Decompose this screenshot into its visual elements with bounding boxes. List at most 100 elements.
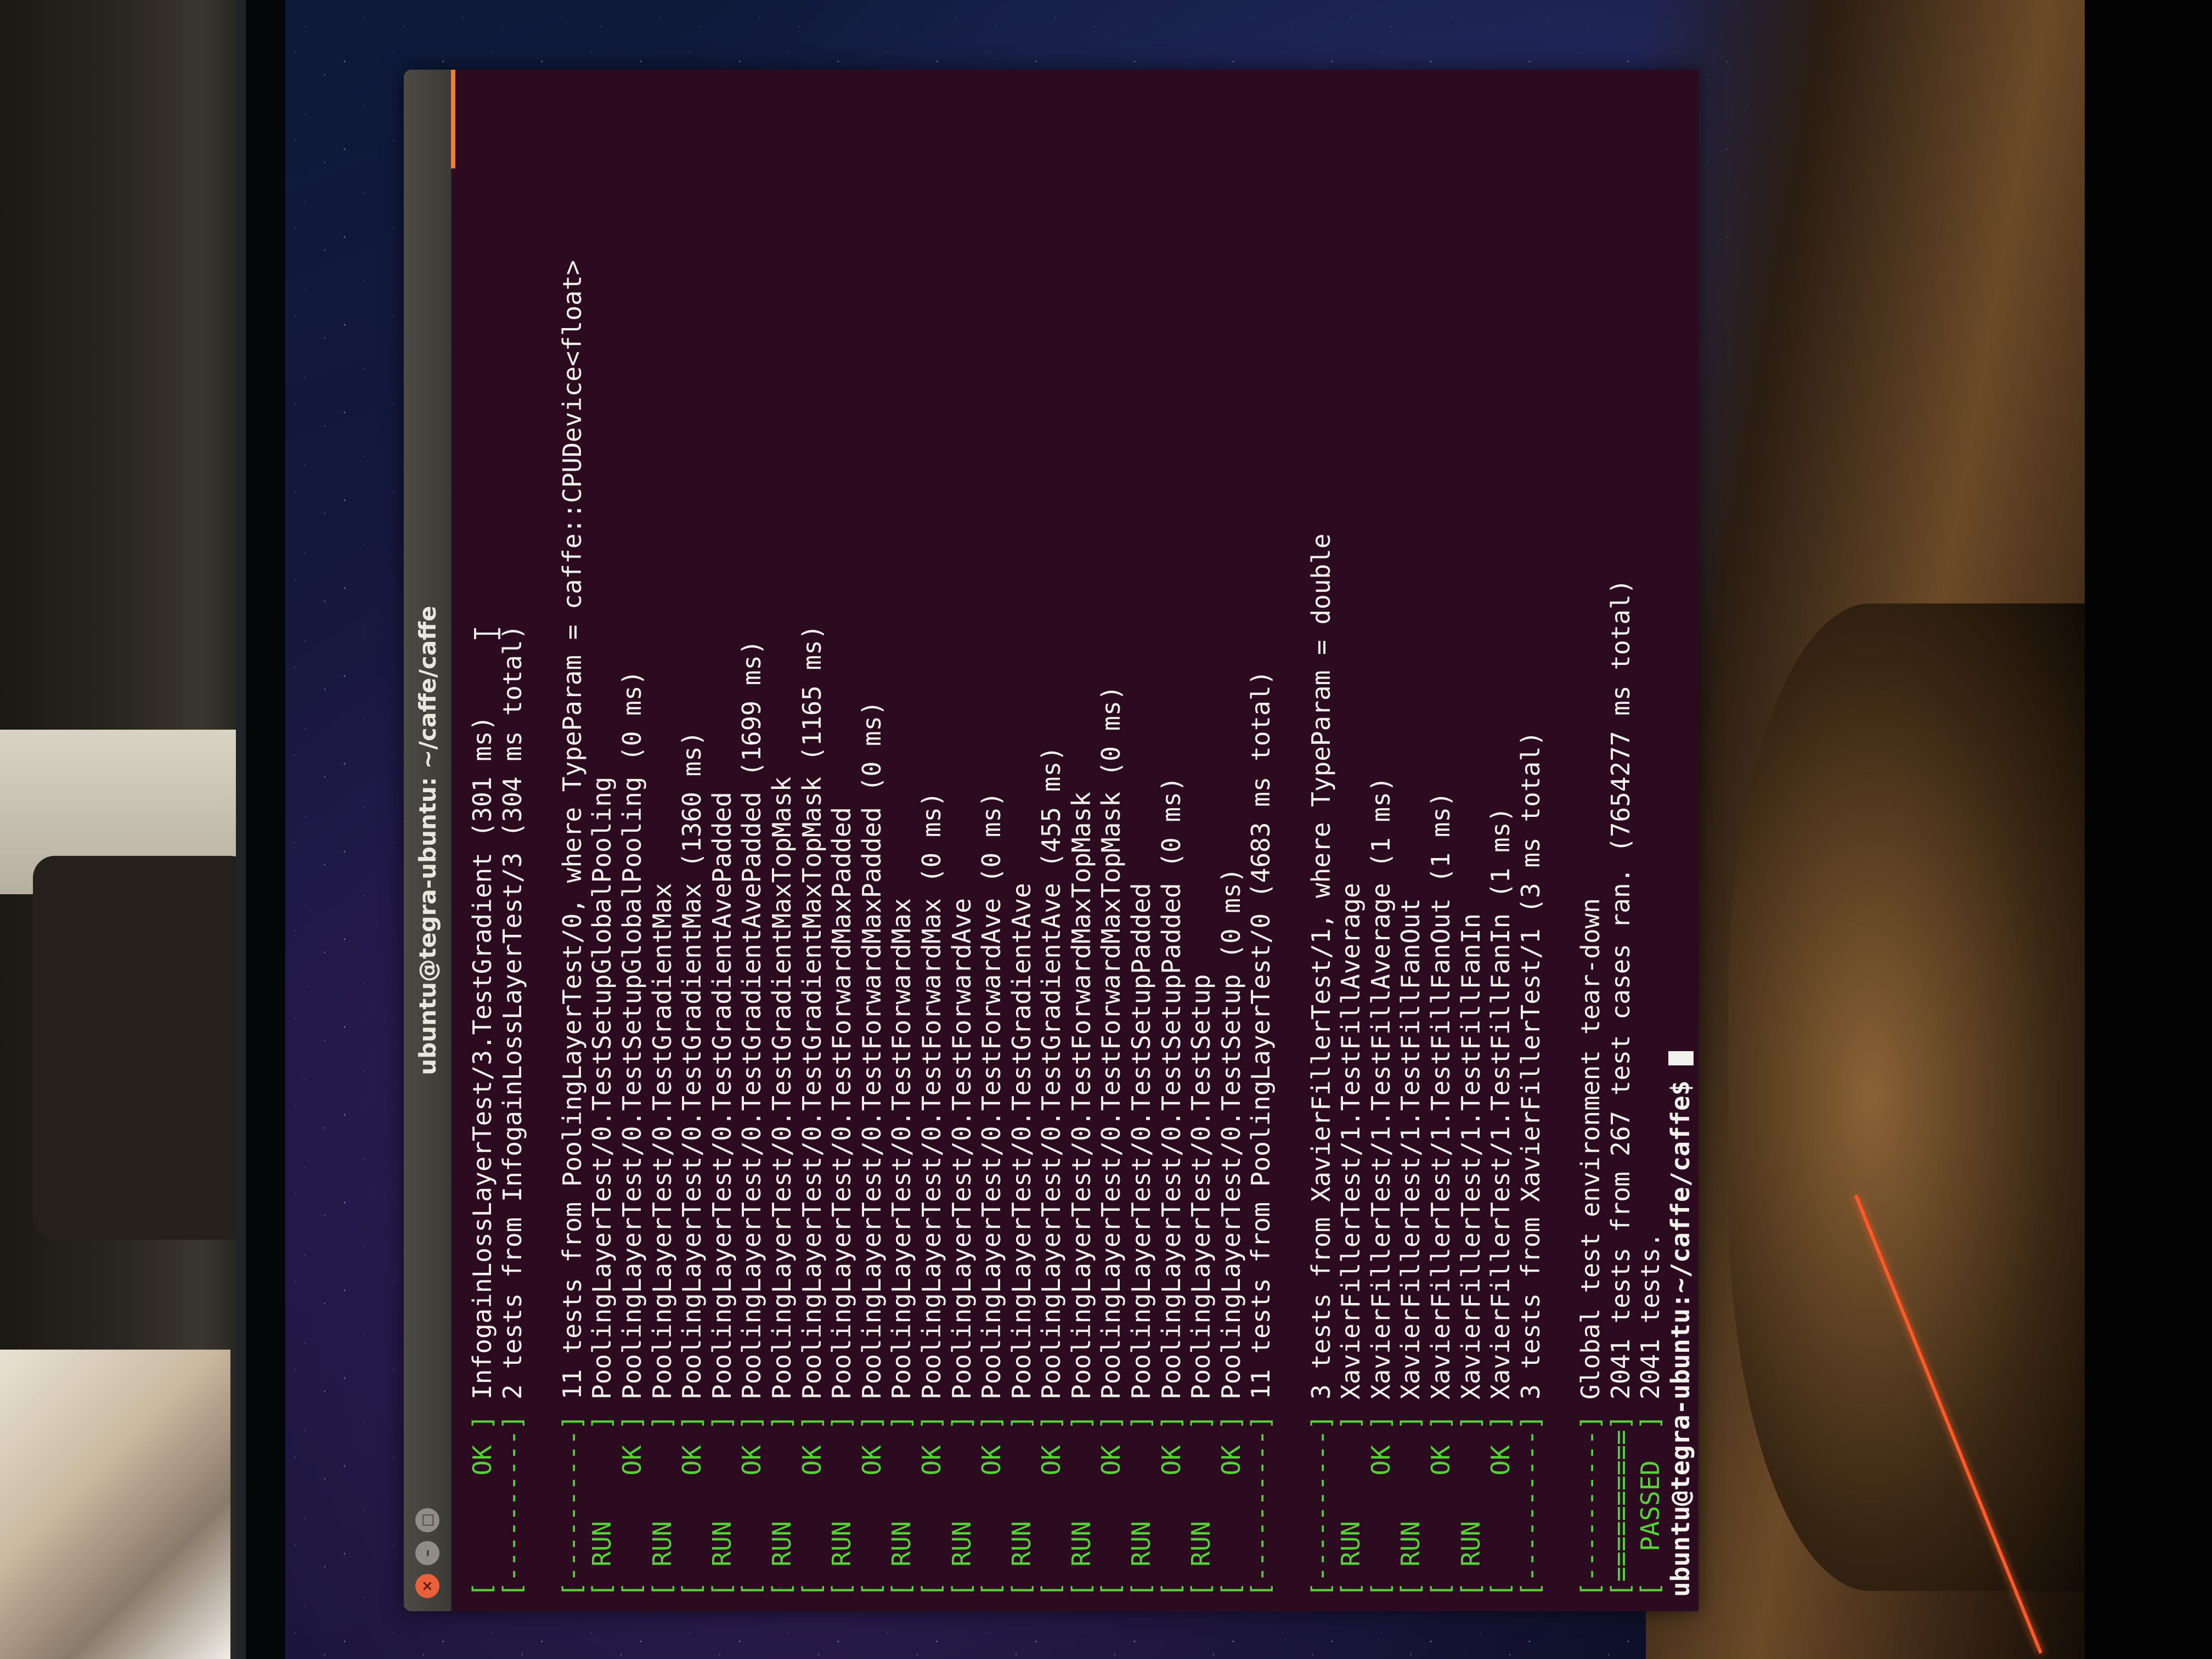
terminal-line: [ OK ] XavierFillerTest/1.TestFillFanOut… <box>1426 84 1456 1597</box>
status-tag: [ RUN ] <box>1066 1414 1096 1597</box>
line-text: PoolingLayerTest/0.TestGradientAve (455 … <box>1036 746 1066 1415</box>
status-tag: [ OK ] <box>677 1414 707 1597</box>
line-text: PoolingLayerTest/0.TestGradientAvePadded <box>707 792 737 1415</box>
terminal-line: [ RUN ] PoolingLayerTest/0.TestSetupGlob… <box>587 84 617 1597</box>
status-tag: [----------] <box>1515 1414 1545 1597</box>
status-tag: [ OK ] <box>1096 1414 1126 1597</box>
status-tag: [ PASSED ] <box>1635 1414 1666 1597</box>
monitor-edge <box>2085 0 2212 1659</box>
status-tag: [ RUN ] <box>1396 1414 1426 1597</box>
status-tag: [ OK ] <box>977 1414 1007 1597</box>
caret-icon <box>1668 1051 1694 1065</box>
status-tag: [----------] <box>1575 1414 1605 1597</box>
status-tag: [ OK ] <box>916 1414 946 1597</box>
status-tag: [ OK ] <box>797 1414 827 1597</box>
terminal-line: [----------] Global test environment tea… <box>1576 84 1606 1597</box>
active-tab-indicator <box>451 70 455 168</box>
terminal-line: [ RUN ] PoolingLayerTest/0.TestGradientA… <box>707 84 737 1597</box>
status-tag: [==========] <box>1605 1414 1635 1597</box>
line-text: XavierFillerTest/1.TestFillFanIn <box>1455 913 1486 1415</box>
status-tag: [----------] <box>1246 1414 1276 1597</box>
speaker <box>33 856 252 1240</box>
status-tag: [----------] <box>497 1414 527 1597</box>
status-tag: [ OK ] <box>467 1414 497 1597</box>
line-text: PoolingLayerTest/0.TestGradientAve <box>1006 883 1036 1415</box>
terminal-line: [ RUN ] XavierFillerTest/1.TestFillFanIn <box>1456 84 1486 1597</box>
terminal-line: [ OK ] InfogainLossLayerTest/3.TestGradi… <box>467 84 498 1597</box>
status-tag: [ RUN ] <box>1336 1414 1366 1597</box>
line-text: PoolingLayerTest/0.TestGradientMax <box>647 883 677 1415</box>
terminal-output[interactable]: [ OK ] InfogainLossLayerTest/3.TestGradi… <box>455 70 1699 1611</box>
terminal-line: [ OK ] PoolingLayerTest/0.TestSetupPadde… <box>1156 84 1187 1597</box>
text-cursor-icon <box>474 633 500 635</box>
terminal-line: [ OK ] PoolingLayerTest/0.TestGradientAv… <box>1036 84 1066 1597</box>
status-tag: [ RUN ] <box>766 1414 797 1597</box>
line-text: Global test environment tear-down <box>1575 898 1605 1415</box>
terminal-line: [ RUN ] PoolingLayerTest/0.TestGradientM… <box>767 84 797 1597</box>
terminal-line: [----------] 11 tests from PoolingLayerT… <box>557 84 588 1597</box>
status-tag: [ RUN ] <box>1126 1414 1156 1597</box>
line-text: PoolingLayerTest/0.TestGradientMaxTopMas… <box>766 776 797 1415</box>
status-tag: [ RUN ] <box>946 1414 977 1597</box>
output-lines: [ OK ] InfogainLossLayerTest/3.TestGradi… <box>467 84 1666 1597</box>
terminal-line: [ OK ] PoolingLayerTest/0.TestSetupGloba… <box>617 84 647 1597</box>
line-text: PoolingLayerTest/0.TestSetup (0 ms) <box>1216 867 1246 1415</box>
line-text: 2041 tests. <box>1635 1232 1666 1415</box>
terminal-line: [ RUN ] PoolingLayerTest/0.TestSetupPadd… <box>1126 84 1156 1597</box>
terminal-line: [ OK ] PoolingLayerTest/0.TestForwardMax… <box>1096 84 1126 1597</box>
line-text: 3 tests from XavierFillerTest/1 (3 ms to… <box>1515 731 1545 1415</box>
terminal-line: [ RUN ] PoolingLayerTest/0.TestGradientM… <box>647 84 678 1597</box>
terminal-line: [----------] 3 tests from XavierFillerTe… <box>1306 84 1336 1597</box>
terminal-line: [ OK ] XavierFillerTest/1.TestFillAverag… <box>1366 84 1396 1597</box>
line-text: PoolingLayerTest/0.TestSetupPadded (0 ms… <box>1156 776 1186 1415</box>
line-text: 2 tests from InfogainLossLayerTest/3 (30… <box>497 624 527 1415</box>
window-titlebar[interactable]: × – □ ubuntu@tegra-ubuntu: ~/caffe/caffe <box>404 70 452 1611</box>
line-text: PoolingLayerTest/0.TestSetupPadded <box>1126 883 1156 1415</box>
line-text: PoolingLayerTest/0.TestForwardAve (0 ms) <box>977 792 1007 1415</box>
terminal-line: [==========] 2041 tests from 267 test ca… <box>1606 84 1636 1597</box>
line-text: PoolingLayerTest/0.TestSetupGlobalPoolin… <box>587 776 617 1415</box>
window-title: ubuntu@tegra-ubuntu: ~/caffe/caffe <box>414 606 441 1075</box>
line-text: XavierFillerTest/1.TestFillFanOut (1 ms) <box>1426 792 1455 1415</box>
shell-prompt[interactable]: ubuntu@tegra-ubuntu:~/caffe/caffe$ <box>1666 84 1696 1597</box>
line-text: InfogainLossLayerTest/3.TestGradient (30… <box>467 715 497 1415</box>
status-tag: [ OK ] <box>1426 1414 1455 1597</box>
line-text: PoolingLayerTest/0.TestGradientAvePadded… <box>737 640 767 1415</box>
line-text: PoolingLayerTest/0.TestSetup <box>1186 974 1216 1415</box>
terminal-line: [----------] 11 tests from PoolingLayerT… <box>1246 84 1276 1597</box>
line-text: PoolingLayerTest/0.TestGradientMaxTopMas… <box>797 624 827 1415</box>
line-text: XavierFillerTest/1.TestFillFanIn (1 ms) <box>1486 806 1516 1415</box>
line-text: 2041 tests from 267 test cases ran. (765… <box>1605 579 1635 1415</box>
terminal-line: [ PASSED ] 2041 tests. <box>1635 84 1666 1597</box>
line-text: PoolingLayerTest/0.TestSetupGlobalPoolin… <box>617 670 647 1415</box>
terminal-line: [ OK ] PoolingLayerTest/0.TestGradientMa… <box>677 84 707 1597</box>
status-tag: [ OK ] <box>1036 1414 1066 1597</box>
line-text: PoolingLayerTest/0.TestForwardMax <box>887 898 917 1415</box>
terminal-line: [ OK ] PoolingLayerTest/0.TestForwardMax… <box>917 84 947 1597</box>
status-tag: [ RUN ] <box>1455 1414 1486 1597</box>
line-text: PoolingLayerTest/0.TestForwardMaxTopMask… <box>1096 685 1126 1415</box>
terminal-window[interactable]: × – □ ubuntu@tegra-ubuntu: ~/caffe/caffe… <box>404 70 1699 1611</box>
terminal-line: [----------] 2 tests from InfogainLossLa… <box>498 84 528 1597</box>
status-tag: [ RUN ] <box>1006 1414 1036 1597</box>
terminal-line: [ RUN ] PoolingLayerTest/0.TestSetup <box>1186 84 1216 1597</box>
terminal-line: [ RUN ] PoolingLayerTest/0.TestForwardMa… <box>827 84 857 1597</box>
terminal-line: [ OK ] PoolingLayerTest/0.TestForwardMax… <box>857 84 887 1597</box>
status-tag: [----------] <box>1306 1414 1336 1597</box>
status-tag: [ OK ] <box>737 1414 767 1597</box>
line-text: XavierFillerTest/1.TestFillAverage <box>1336 883 1366 1415</box>
status-tag: [ RUN ] <box>647 1414 677 1597</box>
status-tag: [ RUN ] <box>827 1414 857 1597</box>
terminal-line: [ RUN ] PoolingLayerTest/0.TestForwardMa… <box>887 84 917 1597</box>
status-tag: [ RUN ] <box>887 1414 917 1597</box>
status-tag: [ OK ] <box>1156 1414 1186 1597</box>
line-text: 11 tests from PoolingLayerTest/0 (4683 m… <box>1246 670 1276 1415</box>
line-text: PoolingLayerTest/0.TestForwardMaxPadded … <box>856 701 887 1415</box>
status-tag: [ RUN ] <box>707 1414 737 1597</box>
terminal-line: [ RUN ] XavierFillerTest/1.TestFillFanOu… <box>1396 84 1426 1597</box>
line-text: PoolingLayerTest/0.TestForwardMaxTopMask <box>1066 792 1096 1415</box>
line-text: XavierFillerTest/1.TestFillFanOut <box>1396 898 1426 1415</box>
